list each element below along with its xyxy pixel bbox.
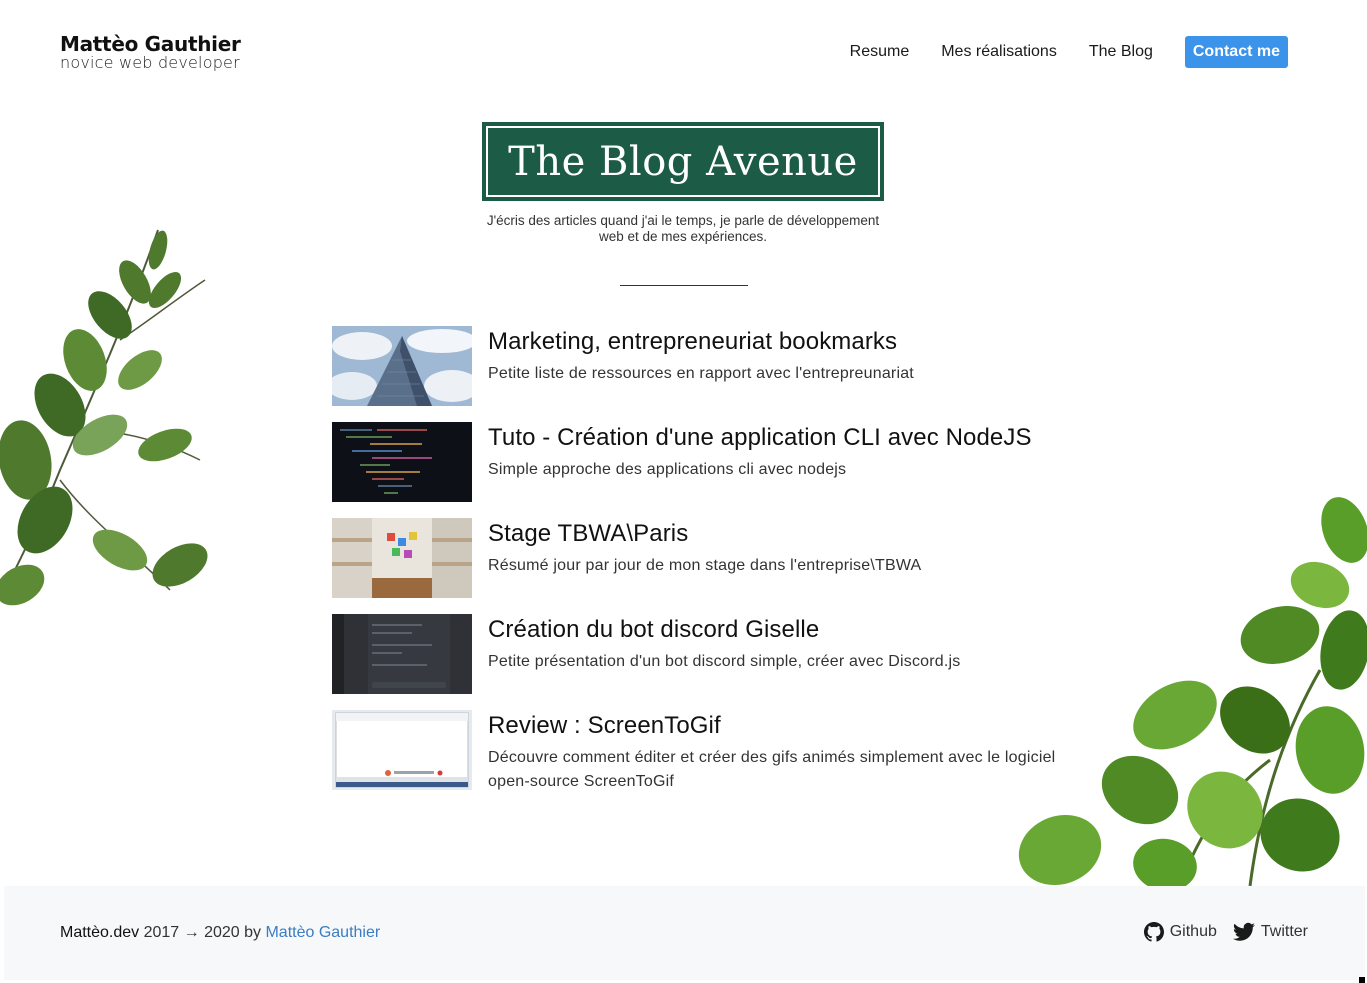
post-title[interactable]: Création du bot discord Giselle bbox=[488, 616, 819, 644]
post-description: Découvre comment éditer et créer des gif… bbox=[488, 749, 1056, 790]
blog-intro: J'écris des articles quand j'ai le temps… bbox=[486, 213, 880, 244]
post-thumbnail-office[interactable] bbox=[332, 518, 472, 598]
footer: Mattèo.dev 2017 → 2020 by Mattèo Gauthie… bbox=[4, 886, 1365, 980]
footer-site-name: Mattèo.dev bbox=[60, 924, 140, 941]
post-item[interactable]: Création du bot discord Giselle Petite p… bbox=[332, 614, 1092, 710]
post-thumbnail-code[interactable] bbox=[332, 422, 472, 502]
twitter-link[interactable]: Twitter bbox=[1232, 922, 1308, 942]
github-icon bbox=[1143, 922, 1164, 942]
main-nav: Resume Mes réalisations The Blog Contact… bbox=[818, 36, 1288, 68]
footer-author-link[interactable]: Mattèo Gauthier bbox=[265, 924, 380, 941]
blog-logo-frame: The Blog Avenue bbox=[486, 126, 880, 197]
post-title[interactable]: Review : ScreenToGif bbox=[488, 712, 721, 740]
nav-blog-link[interactable]: The Blog bbox=[1089, 36, 1153, 68]
post-list: Marketing, entrepreneuriat bookmarks Pet… bbox=[332, 326, 1092, 806]
post-title[interactable]: Marketing, entrepreneuriat bookmarks bbox=[488, 328, 897, 356]
footer-years: 2017 → 2020 by bbox=[139, 924, 266, 941]
nav-realisations-link[interactable]: Mes réalisations bbox=[941, 36, 1057, 68]
plant-decoration-left bbox=[0, 229, 208, 606]
post-item[interactable]: Stage TBWA\Paris Résumé jour par jour de… bbox=[332, 518, 1092, 614]
post-description: Simple approche des applications cli ave… bbox=[488, 461, 847, 478]
corner-marker bbox=[1359, 977, 1365, 983]
github-link[interactable]: Github bbox=[1143, 922, 1217, 942]
brand-name: Mattèo Gauthier bbox=[60, 32, 241, 56]
post-item[interactable]: Tuto - Création d'une application CLI av… bbox=[332, 422, 1092, 518]
nav-resume-link[interactable]: Resume bbox=[850, 36, 910, 68]
post-description: Résumé jour par jour de mon stage dans l… bbox=[488, 557, 922, 574]
post-thumbnail-discord[interactable] bbox=[332, 614, 472, 694]
post-description: Petite liste de ressources en rapport av… bbox=[488, 365, 914, 382]
github-label: Github bbox=[1169, 923, 1217, 940]
post-thumbnail-screentogif[interactable] bbox=[332, 710, 472, 790]
twitter-icon bbox=[1232, 922, 1255, 941]
twitter-label: Twitter bbox=[1260, 923, 1308, 940]
post-item[interactable]: Marketing, entrepreneuriat bookmarks Pet… bbox=[332, 326, 1092, 422]
section-divider bbox=[620, 285, 748, 286]
footer-social-links: Github Twitter bbox=[1128, 922, 1308, 942]
post-title[interactable]: Stage TBWA\Paris bbox=[488, 520, 688, 548]
post-title[interactable]: Tuto - Création d'une application CLI av… bbox=[488, 424, 1032, 452]
blog-logo: The Blog Avenue bbox=[482, 122, 884, 201]
footer-credits: Mattèo.dev 2017 → 2020 by Mattèo Gauthie… bbox=[60, 924, 380, 942]
post-description: Petite présentation d'un bot discord sim… bbox=[488, 653, 961, 670]
brand[interactable]: Mattèo Gauthier novice web developer bbox=[60, 33, 241, 71]
brand-tagline: novice web developer bbox=[60, 53, 240, 72]
post-item[interactable]: Review : ScreenToGif Découvre comment éd… bbox=[332, 710, 1092, 806]
blog-title: The Blog Avenue bbox=[508, 138, 858, 185]
contact-button[interactable]: Contact me bbox=[1184, 36, 1288, 68]
post-thumbnail-skyscraper[interactable] bbox=[332, 326, 472, 406]
